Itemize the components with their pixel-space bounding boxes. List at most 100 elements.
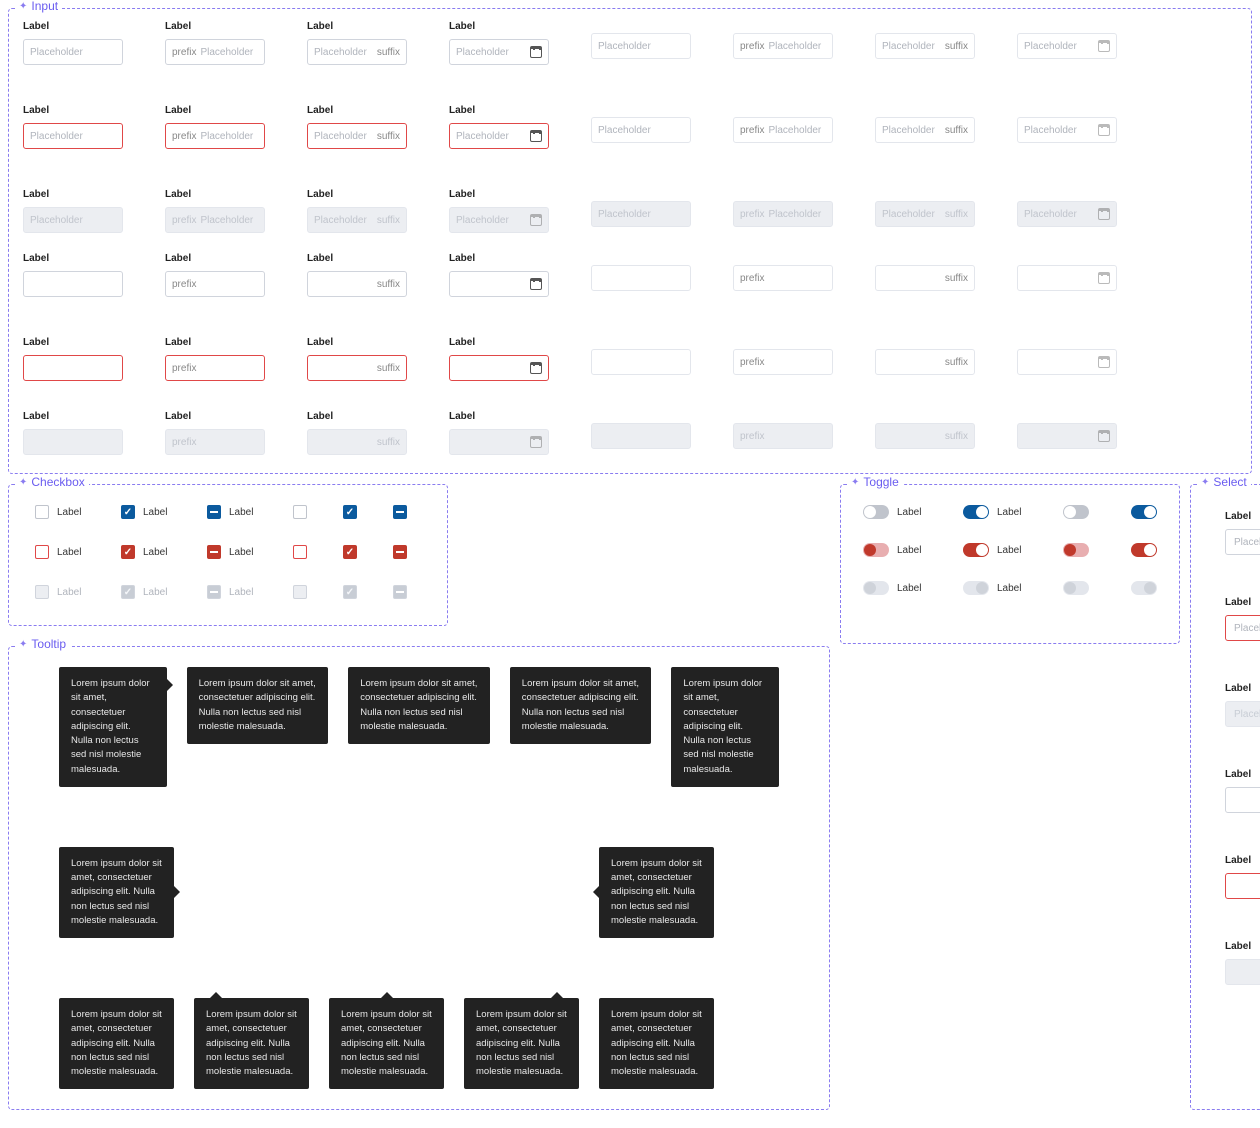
checkbox-error[interactable]: Label: [35, 545, 85, 559]
section-title-toggle: Toggle: [847, 475, 903, 489]
tooltip-right: Lorem ipsum dolor sit amet, consectetuer…: [599, 847, 714, 938]
input-label: Label: [23, 253, 123, 265]
input-label: Label: [449, 337, 549, 349]
select-input-error[interactable]: Placeholder: [1225, 615, 1260, 641]
text-input-suffix-error[interactable]: suffix: [875, 349, 975, 375]
tooltip-left: Lorem ipsum dolor sit amet, consectetuer…: [59, 847, 174, 938]
text-input-prefix-disabled: prefix: [165, 429, 265, 455]
text-input[interactable]: Placeholder: [591, 33, 691, 59]
date-input-error[interactable]: [449, 355, 549, 381]
select-section: Select LabelPlaceholder .Placeholder Lab…: [1190, 484, 1260, 1110]
checkbox-disabled-checked: [343, 585, 357, 599]
text-input-suffix[interactable]: Placeholdersuffix: [875, 33, 975, 59]
text-input-prefix-error[interactable]: prefix: [733, 349, 833, 375]
select-label: Label: [1225, 597, 1260, 609]
checkbox-indeterminate[interactable]: [393, 505, 407, 519]
checkbox-error[interactable]: [293, 545, 307, 559]
calendar-icon: [530, 130, 542, 142]
text-input-prefix-error[interactable]: prefixPlaceholder: [165, 123, 265, 149]
calendar-icon: [530, 362, 542, 374]
input-label: Label: [307, 189, 407, 201]
calendar-icon: [1098, 208, 1110, 220]
text-input-suffix-error[interactable]: suffix: [307, 355, 407, 381]
select-input-disabled: Placeholder: [1225, 701, 1260, 727]
checkbox-error-indeterminate[interactable]: [393, 545, 407, 559]
toggle-error-on[interactable]: Label: [963, 543, 1021, 557]
select-input-error[interactable]: [1225, 873, 1260, 899]
text-input[interactable]: [591, 265, 691, 291]
text-input[interactable]: [23, 271, 123, 297]
checkbox-checked[interactable]: [343, 505, 357, 519]
text-input-prefix-error[interactable]: prefix: [165, 355, 265, 381]
text-input-suffix[interactable]: suffix: [307, 271, 407, 297]
checkbox-error-indeterminate[interactable]: Label: [207, 545, 257, 559]
calendar-icon: [1098, 356, 1110, 368]
date-input-error[interactable]: Placeholder: [1017, 117, 1117, 143]
text-input-prefix[interactable]: prefix: [165, 271, 265, 297]
tooltip-section: Tooltip Lorem ipsum dolor sit amet, cons…: [8, 646, 830, 1110]
checkbox-error-checked[interactable]: Label: [121, 545, 171, 559]
toggle-error-off[interactable]: Label: [863, 543, 921, 557]
text-input-suffix-error[interactable]: Placeholdersuffix: [307, 123, 407, 149]
text-input-prefix[interactable]: prefixPlaceholder: [165, 39, 265, 65]
date-input[interactable]: Placeholder: [449, 39, 549, 65]
toggle-off[interactable]: Label: [863, 505, 921, 519]
text-input-suffix[interactable]: suffix: [875, 265, 975, 291]
checkbox-disabled-indeterminate: [393, 585, 407, 599]
checkbox-error-checked[interactable]: [343, 545, 357, 559]
date-input[interactable]: Placeholder: [1017, 33, 1117, 59]
toggle-on[interactable]: Label: [963, 505, 1021, 519]
text-input-prefix-error[interactable]: prefixPlaceholder: [733, 117, 833, 143]
calendar-icon: [530, 436, 542, 448]
select-label: Label: [1225, 511, 1260, 523]
text-input[interactable]: Placeholder: [23, 39, 123, 65]
tooltip-top: Lorem ipsum dolor sit amet, consectetuer…: [329, 998, 444, 1089]
text-input-error[interactable]: [591, 349, 691, 375]
text-input-suffix-disabled: suffix: [307, 429, 407, 455]
input-label: Label: [449, 189, 549, 201]
tooltip: Lorem ipsum dolor sit amet, consectetuer…: [671, 667, 779, 787]
input-label: Label: [165, 411, 265, 423]
toggle-error-off[interactable]: [1063, 543, 1089, 557]
tooltip-bottom: Lorem ipsum dolor sit amet, consectetuer…: [510, 667, 652, 744]
text-input-disabled: [23, 429, 123, 455]
select-input[interactable]: Placeholder: [1225, 529, 1260, 555]
checkbox-indeterminate[interactable]: Label: [207, 505, 257, 519]
text-input-prefix[interactable]: prefixPlaceholder: [733, 33, 833, 59]
text-input-prefix-disabled: prefixPlaceholder: [733, 201, 833, 227]
calendar-icon: [530, 214, 542, 226]
toggle-on[interactable]: [1131, 505, 1157, 519]
section-title-select: Select: [1197, 475, 1251, 489]
text-input-error[interactable]: Placeholder: [23, 123, 123, 149]
checkbox-unchecked[interactable]: [293, 505, 307, 519]
text-input-prefix[interactable]: prefix: [733, 265, 833, 291]
input-label: Label: [307, 411, 407, 423]
date-input-error[interactable]: [1017, 349, 1117, 375]
text-input-disabled: [591, 423, 691, 449]
date-input-error[interactable]: Placeholder: [449, 123, 549, 149]
calendar-icon: [1098, 124, 1110, 136]
text-input-error[interactable]: [23, 355, 123, 381]
text-input-suffix[interactable]: Placeholdersuffix: [307, 39, 407, 65]
checkbox-checked[interactable]: Label: [121, 505, 171, 519]
section-title-tooltip: Tooltip: [15, 637, 70, 651]
tooltip-top-left: Lorem ipsum dolor sit amet, consectetuer…: [194, 998, 309, 1089]
toggle-off[interactable]: [1063, 505, 1089, 519]
text-input-suffix-error[interactable]: Placeholdersuffix: [875, 117, 975, 143]
select-label: Label: [1225, 769, 1260, 781]
input-label: Label: [449, 105, 549, 117]
toggle-disabled-off: Label: [863, 581, 921, 595]
text-input-error[interactable]: Placeholder: [591, 117, 691, 143]
tooltip-left-top: Lorem ipsum dolor sit amet, consectetuer…: [59, 667, 167, 787]
date-input[interactable]: [449, 271, 549, 297]
select-input[interactable]: [1225, 787, 1260, 813]
input-label: Label: [165, 21, 265, 33]
toggle-error-on[interactable]: [1131, 543, 1157, 557]
checkbox-unchecked[interactable]: Label: [35, 505, 85, 519]
tooltip-bottom: Lorem ipsum dolor sit amet, consectetuer…: [348, 667, 490, 744]
text-input-disabled: Placeholder: [591, 201, 691, 227]
calendar-icon: [530, 46, 542, 58]
date-input[interactable]: [1017, 265, 1117, 291]
input-label: Label: [165, 337, 265, 349]
text-input-suffix-disabled: Placeholdersuffix: [875, 201, 975, 227]
